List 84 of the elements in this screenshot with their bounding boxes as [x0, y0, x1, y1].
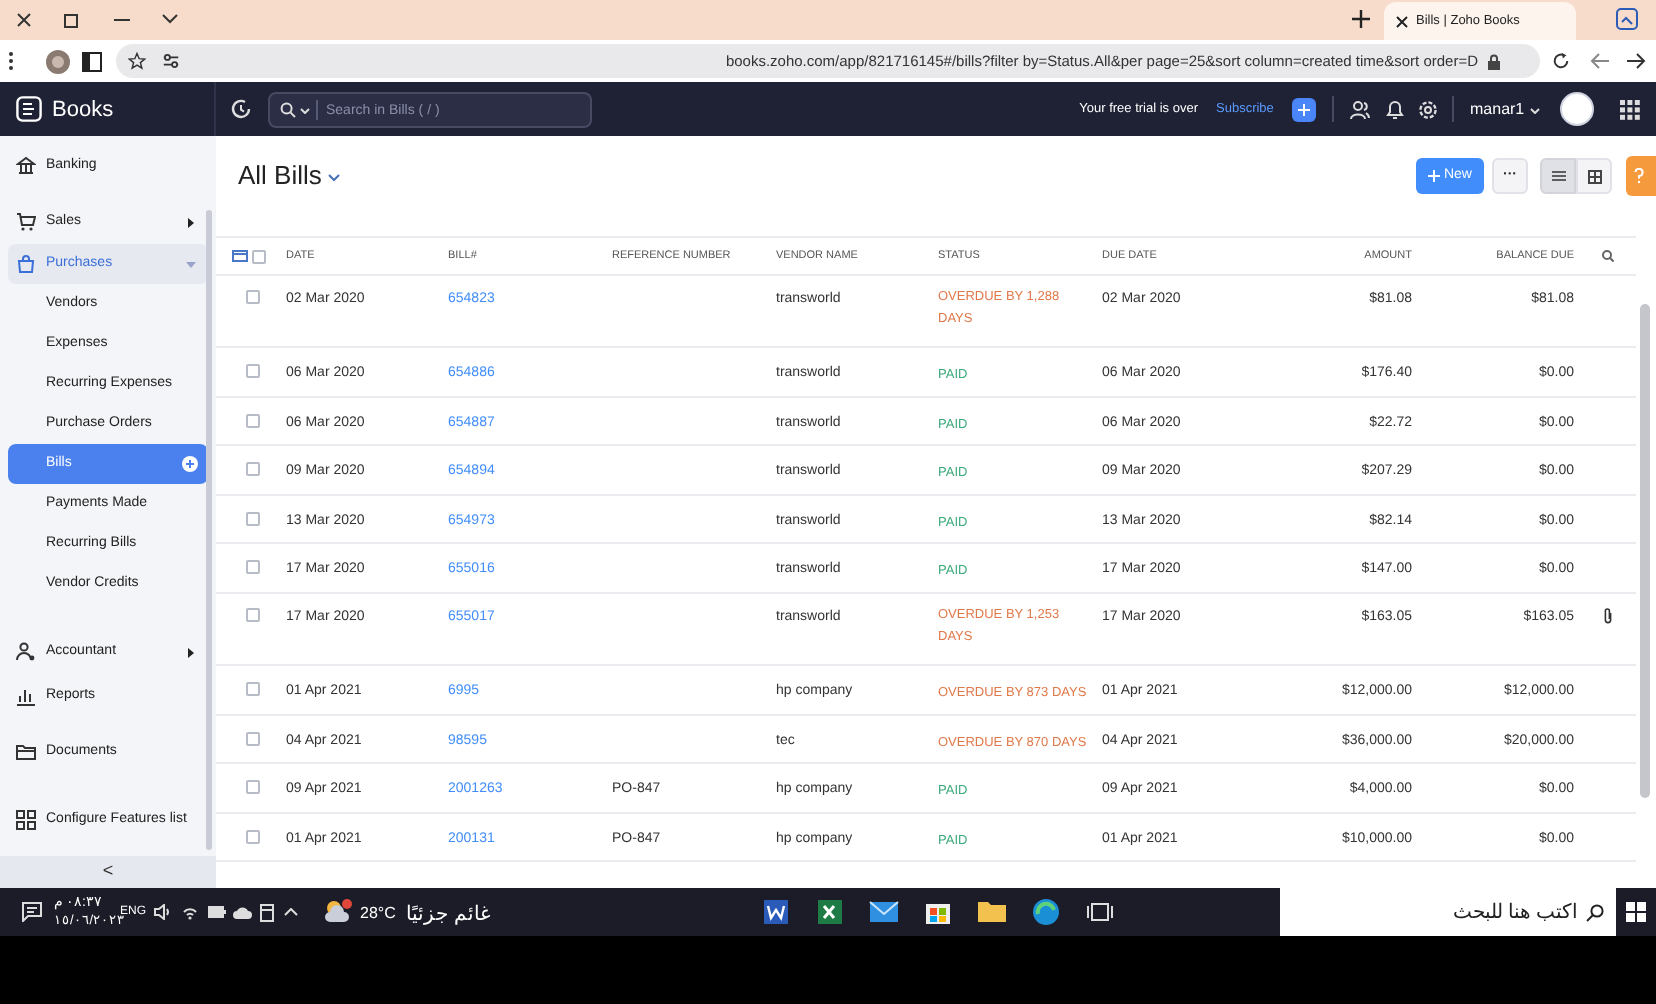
folder-icon[interactable] — [976, 896, 1008, 928]
avatar[interactable] — [1560, 92, 1594, 126]
star-icon[interactable] — [128, 52, 146, 70]
caret-icon — [1530, 107, 1541, 113]
document-icon[interactable] — [760, 896, 792, 928]
recent-icon[interactable] — [230, 98, 252, 120]
sidebar-icon[interactable] — [82, 52, 102, 72]
brand-name: Books — [52, 96, 114, 126]
folder-icon — [16, 742, 36, 762]
spreadsheet-icon[interactable] — [814, 896, 846, 928]
caret-right-icon — [186, 647, 196, 657]
bank-icon — [16, 156, 36, 176]
add-circle-icon[interactable] — [182, 456, 198, 472]
close-icon[interactable] — [1396, 15, 1408, 27]
mail-icon[interactable] — [868, 896, 900, 928]
row-checkbox[interactable] — [246, 607, 260, 622]
bag-icon — [16, 254, 36, 274]
bar-chart-icon — [16, 686, 36, 706]
browser-icon[interactable] — [1030, 896, 1062, 928]
row-checkbox[interactable] — [246, 560, 260, 575]
bell-icon[interactable] — [1386, 100, 1404, 120]
row-checkbox[interactable] — [246, 413, 260, 428]
person-icon — [16, 642, 36, 662]
user-menu[interactable]: manar1 — [1470, 98, 1541, 122]
question-icon — [1634, 168, 1644, 184]
books-logo-icon — [16, 96, 42, 122]
close-icon[interactable] — [16, 12, 32, 28]
tune-icon[interactable] — [162, 52, 180, 70]
row-checkbox[interactable] — [246, 364, 260, 378]
users-icon[interactable] — [1350, 100, 1370, 120]
row-checkbox[interactable] — [246, 462, 260, 477]
minimize-icon[interactable] — [114, 18, 130, 22]
cloud-icon[interactable] — [232, 904, 252, 920]
plus-icon — [1427, 170, 1440, 182]
collapse-button[interactable]: < — [0, 856, 216, 888]
list-icon — [1551, 170, 1565, 182]
grid-view-button[interactable] — [1576, 158, 1612, 194]
columns-icon[interactable] — [232, 250, 248, 262]
paperclip-icon[interactable] — [1603, 607, 1611, 624]
row-checkbox[interactable] — [246, 731, 260, 746]
scrollbar[interactable] — [1640, 304, 1650, 798]
reload-icon[interactable] — [1552, 52, 1570, 70]
back-icon[interactable] — [1590, 52, 1610, 70]
battery-icon[interactable] — [208, 906, 226, 918]
page-title: All Bills — [238, 158, 322, 195]
scrollbar[interactable] — [206, 210, 212, 850]
row-checkbox[interactable] — [246, 290, 260, 304]
menu-icon[interactable] — [8, 52, 14, 70]
caret-right-icon — [186, 217, 196, 227]
app-icon[interactable] — [1616, 8, 1638, 30]
forward-icon[interactable] — [1626, 52, 1646, 70]
settings-icon[interactable] — [1418, 100, 1438, 120]
add-button[interactable] — [1292, 98, 1316, 122]
restore-icon[interactable] — [64, 12, 80, 28]
grid-icon — [16, 810, 36, 830]
weather-description[interactable]: غائم جزئيًا — [406, 900, 490, 930]
apps-grid-icon[interactable] — [1620, 100, 1640, 120]
notification-icon[interactable] — [22, 902, 42, 922]
speaker-icon[interactable] — [154, 904, 172, 920]
cart-icon — [16, 212, 36, 232]
plus-icon — [1298, 104, 1310, 116]
select-all-checkbox[interactable] — [252, 249, 266, 263]
row-checkbox[interactable] — [246, 511, 260, 526]
taskbar-search-field[interactable]: اكتب هنا للبحث — [1280, 888, 1616, 936]
weather-icon[interactable] — [324, 898, 352, 924]
grid-icon — [1587, 169, 1601, 183]
caret-icon[interactable] — [300, 108, 310, 114]
list-view-button[interactable] — [1540, 158, 1576, 194]
plus-icon[interactable] — [1352, 10, 1370, 28]
search-icon[interactable] — [1601, 250, 1613, 262]
row-checkbox[interactable] — [246, 829, 260, 844]
device-icon[interactable] — [260, 904, 274, 922]
chevron-up-icon[interactable] — [284, 908, 298, 916]
caret-down-icon — [186, 259, 196, 269]
lock-icon — [1488, 53, 1500, 69]
chevron-down-icon[interactable] — [162, 14, 178, 24]
search-icon — [1586, 903, 1604, 921]
chevron-down-icon[interactable] — [327, 174, 340, 182]
windows-logo-icon[interactable] — [1626, 902, 1646, 922]
weather-temperature[interactable]: 28°C — [360, 902, 396, 926]
wifi-icon[interactable] — [182, 904, 198, 920]
profile-icon[interactable] — [46, 50, 70, 74]
row-checkbox[interactable] — [246, 681, 260, 696]
row-checkbox[interactable] — [246, 780, 260, 795]
